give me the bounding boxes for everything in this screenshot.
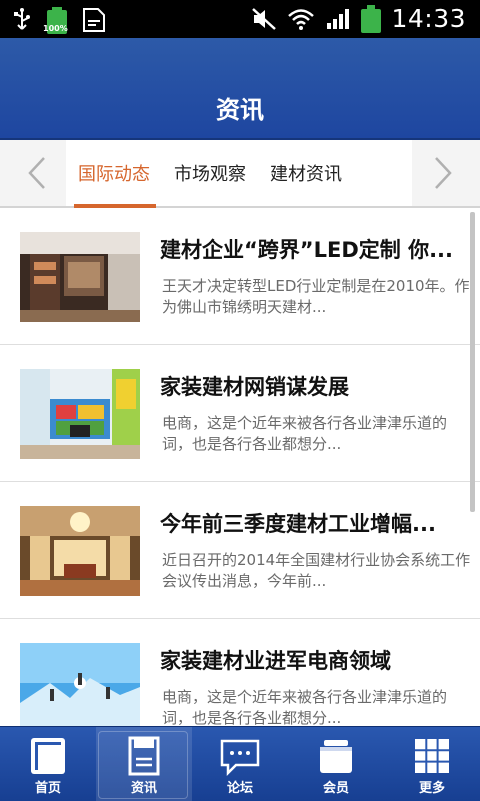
signal-icon (327, 8, 350, 29)
nav-more[interactable]: 更多 (384, 727, 480, 801)
nav-label: 论坛 (226, 781, 253, 796)
list-item[interactable]: 家装建材业进军电商领域 电商，这是个近年来被各行各业津津乐道的词，也是各行各业都… (0, 619, 480, 726)
member-icon (320, 740, 352, 773)
nav-member[interactable]: 会员 (288, 727, 384, 801)
more-icon (415, 739, 449, 773)
article-summary: 电商，这是个近年来被各行各业津津乐道的词，也是各行各业都想分... (162, 414, 448, 453)
tab-market-watch[interactable]: 市场观察 (162, 140, 258, 206)
article-title: 建材企业“跨界”LED定制 你... (160, 238, 452, 262)
article-title: 家装建材网销谋发展 (160, 375, 349, 399)
battery-icon: 100% (43, 6, 68, 34)
battery-icon (361, 4, 382, 33)
nav-label: 资讯 (130, 781, 157, 796)
battery-percent: 100% (43, 24, 68, 33)
article-thumbnail (20, 232, 140, 322)
nav-label: 会员 (322, 781, 349, 796)
chevron-left-icon[interactable] (16, 154, 56, 192)
article-summary: 电商，这是个近年来被各行各业津津乐道的词，也是各行各业都想分... (162, 688, 448, 726)
nav-news[interactable]: 资讯 (96, 727, 192, 801)
forum-icon (220, 739, 260, 777)
category-tab-bar: 国际动态 市场观察 建材资讯 (0, 140, 480, 208)
sim-icon (83, 8, 105, 32)
article-title: 今年前三季度建材工业增幅... (160, 512, 436, 536)
usb-icon (14, 8, 30, 30)
tab-building-materials-news[interactable]: 建材资讯 (258, 140, 354, 206)
news-list[interactable]: 建材企业“跨界”LED定制 你... 王天才决定转型LED行业定制是在2010年… (0, 208, 480, 726)
article-thumbnail (20, 643, 140, 726)
nav-label: 更多 (418, 781, 445, 796)
bottom-navigation: 首页 资讯 论坛 会员 更多 (0, 726, 480, 801)
article-summary: 王天才决定转型LED行业定制是在2010年。作为佛山市锦绣明天建材... (162, 277, 470, 316)
list-item[interactable]: 建材企业“跨界”LED定制 你... 王天才决定转型LED行业定制是在2010年… (0, 208, 480, 345)
article-title: 家装建材业进军电商领域 (160, 649, 391, 673)
article-summary: 近日召开的2014年全国建材行业协会系统工作会议传出消息，今年前... (162, 551, 471, 590)
home-icon (31, 738, 65, 774)
nav-home[interactable]: 首页 (0, 727, 96, 801)
news-icon (128, 736, 160, 776)
list-item[interactable]: 今年前三季度建材工业增幅... 近日召开的2014年全国建材行业协会系统工作会议… (0, 482, 480, 619)
mute-icon (252, 7, 277, 30)
nav-label: 首页 (34, 781, 61, 796)
wifi-icon (288, 8, 315, 30)
tab-international-news[interactable]: 国际动态 (66, 140, 162, 208)
clock: 14:33 (391, 4, 466, 33)
category-tabs: 国际动态 市场观察 建材资讯 (66, 140, 354, 208)
status-bar: 100% 14:33 (0, 0, 480, 38)
scrollbar[interactable] (470, 212, 475, 512)
page-title: 资讯 (216, 96, 264, 124)
app-header: 资讯 (0, 38, 480, 140)
article-thumbnail (20, 506, 140, 596)
list-item[interactable]: 家装建材网销谋发展 电商，这是个近年来被各行各业津津乐道的词，也是各行各业都想分… (0, 345, 480, 482)
article-thumbnail (20, 369, 140, 459)
nav-forum[interactable]: 论坛 (192, 727, 288, 801)
chevron-right-icon[interactable] (424, 154, 464, 192)
